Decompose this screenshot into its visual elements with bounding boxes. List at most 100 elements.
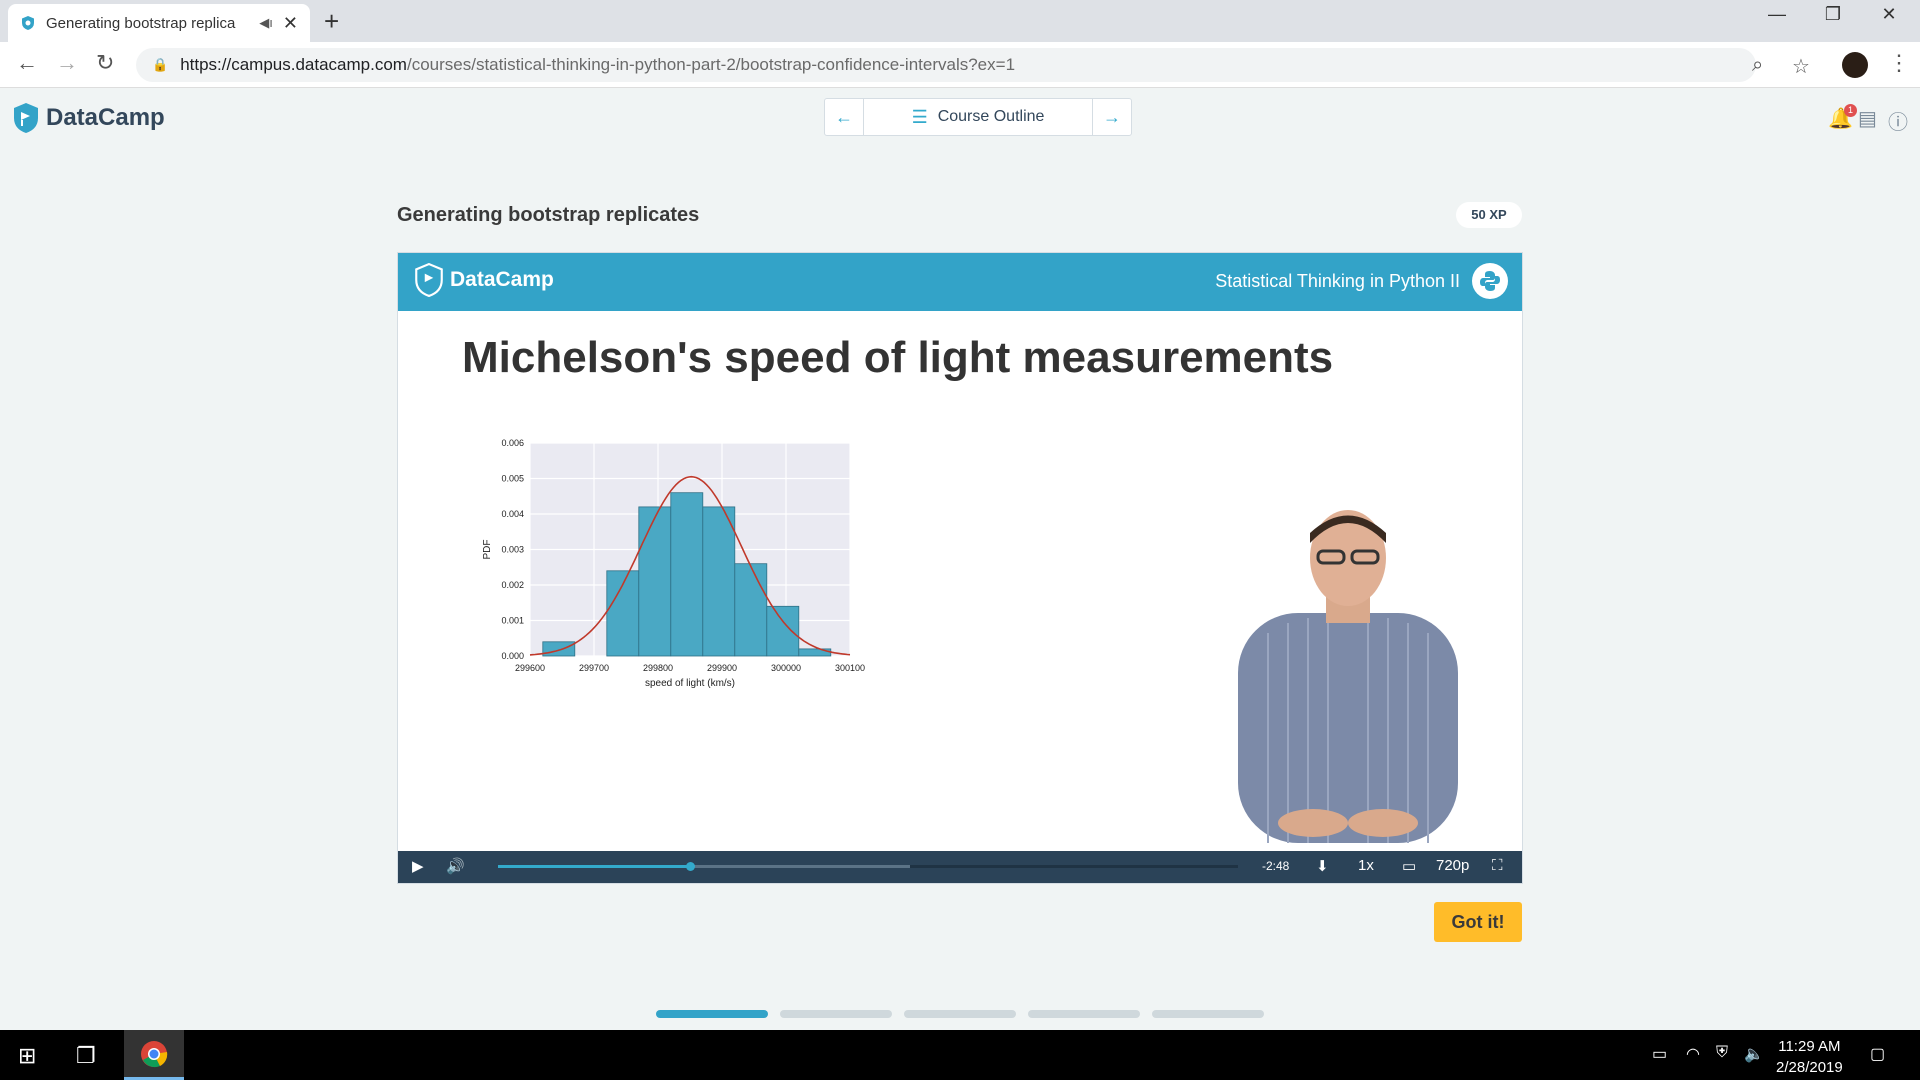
reload-icon[interactable]: ↻ bbox=[96, 50, 114, 76]
y-tick-label: 0.002 bbox=[501, 580, 524, 590]
action-center-icon[interactable]: ▢ bbox=[1870, 1044, 1885, 1064]
histogram-chart: 299600 299700 299800 299900 300000 300100 0.00… bbox=[482, 438, 865, 689]
histogram-bar bbox=[766, 605, 800, 657]
x-tick-label: 299900 bbox=[707, 663, 737, 673]
progress-segment[interactable] bbox=[1028, 1010, 1140, 1018]
playback-speed-button[interactable]: 1x bbox=[1358, 857, 1374, 874]
url-path: /courses/statistical-thinking-in-python-… bbox=[406, 55, 1016, 74]
minimize-icon[interactable]: — bbox=[1754, 4, 1800, 25]
x-tick-label: 299700 bbox=[579, 663, 609, 673]
battery-icon[interactable]: ▭ bbox=[1652, 1044, 1667, 1064]
slide-course-title: Statistical Thinking in Python II bbox=[1215, 271, 1460, 291]
video-player[interactable]: DataCamp Statistical Thinking in Python … bbox=[397, 252, 1523, 884]
y-tick-label: 0.005 bbox=[501, 474, 524, 484]
slide-shield-icon bbox=[415, 263, 443, 297]
zoom-icon[interactable]: ⌕ bbox=[1752, 54, 1763, 77]
url-host: https://campus.datacamp.com bbox=[180, 55, 407, 74]
seek-bar[interactable] bbox=[498, 862, 1238, 871]
histogram-bar bbox=[798, 648, 832, 657]
x-tick-label: 300100 bbox=[835, 663, 865, 673]
chrome-icon bbox=[141, 1041, 168, 1068]
datacamp-favicon-icon bbox=[22, 16, 34, 30]
wifi-icon[interactable]: ◠ bbox=[1686, 1044, 1700, 1064]
y-tick-label: 0.006 bbox=[501, 438, 524, 448]
x-axis-label: speed of light (km/s) bbox=[645, 678, 735, 689]
fullscreen-icon[interactable]: ⛶ bbox=[1492, 857, 1503, 874]
tab-audio-icon[interactable]: ◀ı bbox=[259, 15, 273, 31]
progress-segment[interactable] bbox=[780, 1010, 892, 1018]
brand-name: DataCamp bbox=[46, 104, 165, 131]
course-outline-button[interactable]: ☰ Course Outline bbox=[863, 99, 1093, 135]
prev-exercise-button[interactable]: ← bbox=[825, 99, 863, 135]
close-window-icon[interactable]: ✕ bbox=[1866, 4, 1912, 25]
player-controls: ▶ 🔊 -2:48 ⬇ 1x ▭ 720p ⛶ bbox=[398, 851, 1522, 883]
slide-header: DataCamp Statistical Thinking in Python … bbox=[398, 253, 1522, 311]
course-outline-nav: ← ☰ Course Outline → bbox=[824, 98, 1132, 136]
progress-segment[interactable] bbox=[1152, 1010, 1264, 1018]
taskbar-chrome-button[interactable] bbox=[124, 1030, 184, 1080]
histogram-bar bbox=[638, 506, 672, 657]
tab-close-icon[interactable]: ✕ bbox=[283, 13, 298, 34]
seek-handle[interactable] bbox=[686, 862, 695, 871]
lock-icon: 🔒 bbox=[152, 57, 169, 72]
y-tick-label: 0.003 bbox=[501, 545, 524, 555]
restore-icon[interactable]: ❐ bbox=[1810, 4, 1856, 25]
quality-button[interactable]: 720p bbox=[1436, 857, 1469, 874]
app-header: DataCamp ← ☰ Course Outline → 🔔 ▤ ⓘ bbox=[0, 88, 1920, 146]
played-bar bbox=[498, 865, 690, 868]
notification-badge: 1 bbox=[1844, 104, 1857, 117]
y-tick-label: 0.004 bbox=[501, 509, 524, 519]
security-shield-icon[interactable]: ⛨ bbox=[1716, 1044, 1728, 1062]
datacamp-logo[interactable]: DataCamp bbox=[12, 102, 165, 134]
progress-segment[interactable] bbox=[904, 1010, 1016, 1018]
course-outline-label: Course Outline bbox=[937, 108, 1045, 125]
python-logo-icon bbox=[1472, 263, 1508, 299]
time-remaining: -2:48 bbox=[1262, 859, 1290, 873]
histogram-bar bbox=[542, 641, 576, 657]
tab-title: Generating bootstrap replica bbox=[46, 14, 236, 32]
lesson-progress bbox=[656, 1010, 1264, 1018]
task-view-icon[interactable]: ❐ bbox=[76, 1043, 96, 1069]
taskbar-clock[interactable]: 11:29 AM 2/28/2019 bbox=[1776, 1036, 1843, 1078]
histogram-bar bbox=[734, 563, 768, 657]
report-issue-icon[interactable]: ⓘ bbox=[1888, 106, 1908, 135]
y-axis-label: PDF bbox=[482, 540, 493, 560]
play-icon[interactable]: ▶ bbox=[412, 857, 424, 875]
y-tick-label: 0.001 bbox=[501, 616, 524, 626]
datacamp-shield-icon bbox=[14, 103, 38, 133]
browser-tab[interactable]: Generating bootstrap replica ◀ı ✕ bbox=[8, 4, 310, 42]
download-icon[interactable]: ⬇ bbox=[1316, 857, 1329, 875]
clock-time: 11:29 AM bbox=[1778, 1038, 1841, 1055]
histogram-bar bbox=[670, 492, 704, 657]
back-icon[interactable]: ← bbox=[16, 50, 38, 76]
next-exercise-button[interactable]: → bbox=[1093, 99, 1131, 135]
slide-brand: DataCamp bbox=[450, 268, 554, 291]
slide-heading: Michelson's speed of light measurements bbox=[462, 333, 1334, 382]
slide-logo: DataCamp bbox=[414, 263, 554, 297]
volume-icon[interactable]: 🔊 bbox=[446, 857, 465, 875]
histogram-bar bbox=[702, 506, 736, 657]
x-tick-label: 299800 bbox=[643, 663, 673, 673]
windows-taskbar: ⊞ ❐ bbox=[0, 1030, 1920, 1080]
x-tick-label: 300000 bbox=[771, 663, 801, 673]
y-tick-label: 0.000 bbox=[501, 651, 524, 661]
exercise-title: Generating bootstrap replicates bbox=[397, 204, 700, 226]
profile-avatar[interactable] bbox=[1842, 52, 1868, 78]
got-it-button[interactable]: Got it! bbox=[1434, 902, 1522, 942]
captions-icon[interactable]: ▭ bbox=[1402, 857, 1416, 875]
bookmark-star-icon[interactable]: ☆ bbox=[1792, 54, 1810, 79]
new-tab-icon[interactable]: + bbox=[324, 6, 339, 37]
progress-segment[interactable] bbox=[656, 1010, 768, 1018]
presenter-video bbox=[1238, 510, 1458, 843]
forward-icon[interactable]: → bbox=[56, 50, 78, 76]
browser-tabbar: Generating bootstrap replica ◀ı ✕ + — ❐ … bbox=[0, 0, 1920, 42]
x-tick-label: 299600 bbox=[515, 663, 545, 673]
browser-menu-icon[interactable]: ⋮ bbox=[1888, 50, 1910, 76]
speaker-icon[interactable]: 🔈 bbox=[1744, 1044, 1764, 1064]
address-bar: ← → ↻ 🔒 https://campus.datacamp.com/cour… bbox=[0, 42, 1920, 88]
clock-date: 2/28/2019 bbox=[1776, 1059, 1843, 1076]
slides-pdf-icon[interactable]: ▤ bbox=[1858, 106, 1877, 131]
url-field[interactable]: 🔒 https://campus.datacamp.com/courses/st… bbox=[136, 48, 1756, 82]
windows-start-icon[interactable]: ⊞ bbox=[18, 1043, 36, 1069]
menu-icon: ☰ bbox=[911, 106, 928, 127]
